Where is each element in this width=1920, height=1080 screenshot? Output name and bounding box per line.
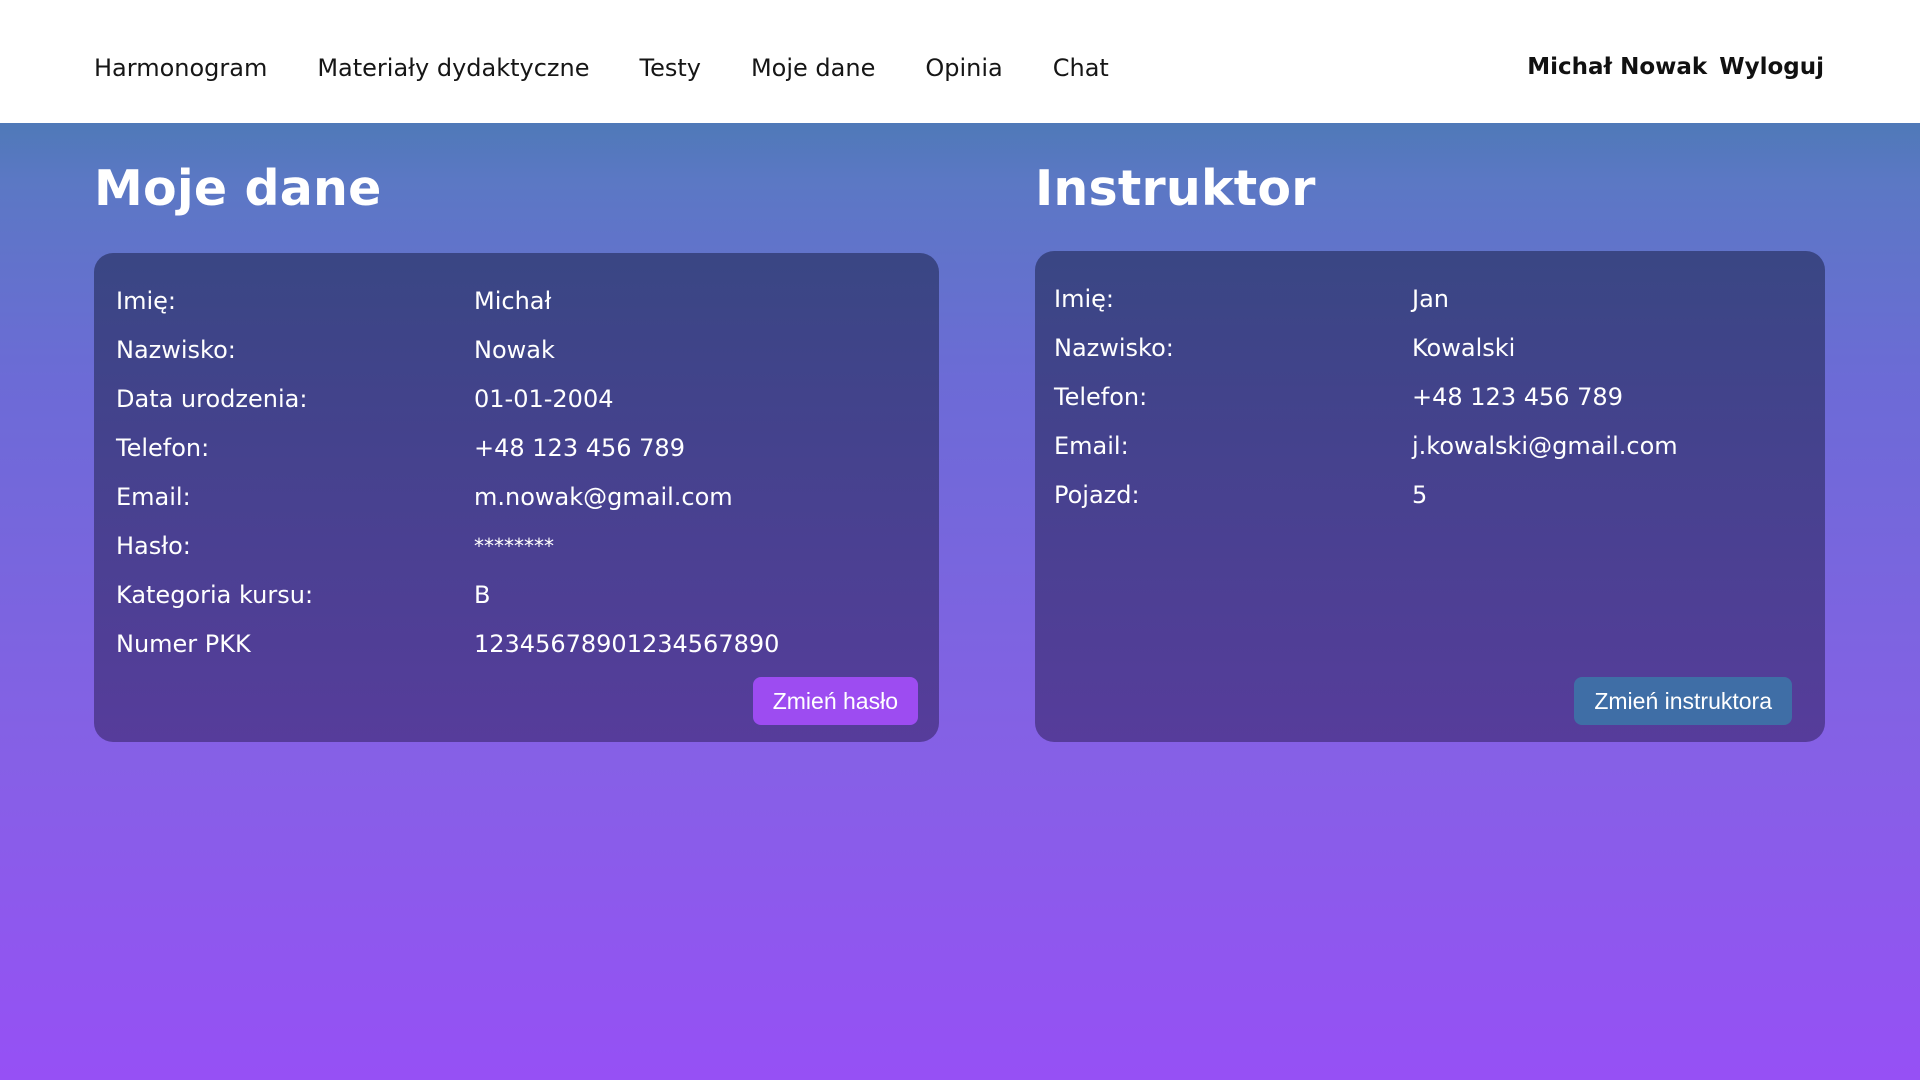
nav-item-moje-dane[interactable]: Moje dane [751,54,875,82]
field-value: +48 123 456 789 [1412,383,1623,411]
logout-link[interactable]: Wyloguj [1719,54,1824,80]
instructor-row-last-name: Nazwisko: Kowalski [1035,326,1825,375]
my-data-row-first-name: Imię: Michał [94,279,939,328]
top-navigation-bar: Harmonogram Materiały dydaktyczne Testy … [0,0,1920,123]
field-label: Telefon: [116,434,210,462]
main-nav: Harmonogram Materiały dydaktyczne Testy … [94,54,1109,82]
instructor-title: Instruktor [1035,160,1316,217]
my-data-row-phone: Telefon: +48 123 456 789 [94,426,939,475]
field-value: +48 123 456 789 [474,434,685,462]
my-data-row-birth-date: Data urodzenia: 01-01-2004 [94,377,939,426]
instructor-row-vehicle: Pojazd: 5 [1035,473,1825,522]
field-value: Jan [1412,285,1449,313]
my-data-card: Imię: Michał Nazwisko: Nowak Data urodze… [94,253,939,742]
field-label: Email: [1054,432,1129,460]
field-value: j.kowalski@gmail.com [1412,432,1678,460]
field-label: Telefon: [1054,383,1148,411]
field-label: Nazwisko: [116,336,236,364]
my-data-row-pkk-number: Numer PKK 12345678901234567890 [94,622,939,671]
change-password-button[interactable]: Zmień hasło [752,677,918,725]
my-data-row-password: Hasło: ******** [94,524,939,573]
my-data-title: Moje dane [94,160,382,217]
field-value: B [474,581,491,609]
field-value: 01-01-2004 [474,385,614,413]
my-data-row-course-category: Kategoria kursu: B [94,573,939,622]
nav-item-testy[interactable]: Testy [640,54,701,82]
field-value: m.nowak@gmail.com [474,483,733,511]
user-name: Michał Nowak [1527,54,1708,80]
user-area: Michał Nowak Wyloguj [1527,54,1824,80]
field-label: Kategoria kursu: [116,581,314,609]
field-label: Numer PKK [116,630,251,658]
nav-item-harmonogram[interactable]: Harmonogram [94,54,267,82]
password-mask: ******** [474,534,554,558]
instructor-row-first-name: Imię: Jan [1035,277,1825,326]
field-label: Email: [116,483,191,511]
field-value: 12345678901234567890 [474,630,780,658]
field-value: Kowalski [1412,334,1516,362]
field-value: Michał [474,287,552,315]
my-data-row-last-name: Nazwisko: Nowak [94,328,939,377]
nav-item-materialy-dydaktyczne[interactable]: Materiały dydaktyczne [317,54,589,82]
my-data-list: Imię: Michał Nazwisko: Nowak Data urodze… [94,279,939,671]
nav-item-chat[interactable]: Chat [1053,54,1109,82]
field-value: 5 [1412,481,1428,509]
field-label: Nazwisko: [1054,334,1174,362]
field-label: Hasło: [116,532,191,560]
instructor-row-email: Email: j.kowalski@gmail.com [1035,424,1825,473]
my-data-row-email: Email: m.nowak@gmail.com [94,475,939,524]
field-value: Nowak [474,336,555,364]
field-label: Imię: [116,287,176,315]
instructor-row-phone: Telefon: +48 123 456 789 [1035,375,1825,424]
instructor-card: Imię: Jan Nazwisko: Kowalski Telefon: +4… [1035,251,1825,742]
nav-item-opinia[interactable]: Opinia [925,54,1002,82]
field-label: Imię: [1054,285,1114,313]
field-label: Pojazd: [1054,481,1140,509]
instructor-list: Imię: Jan Nazwisko: Kowalski Telefon: +4… [1035,277,1825,522]
field-label: Data urodzenia: [116,385,308,413]
change-instructor-button[interactable]: Zmień instruktora [1574,677,1792,725]
